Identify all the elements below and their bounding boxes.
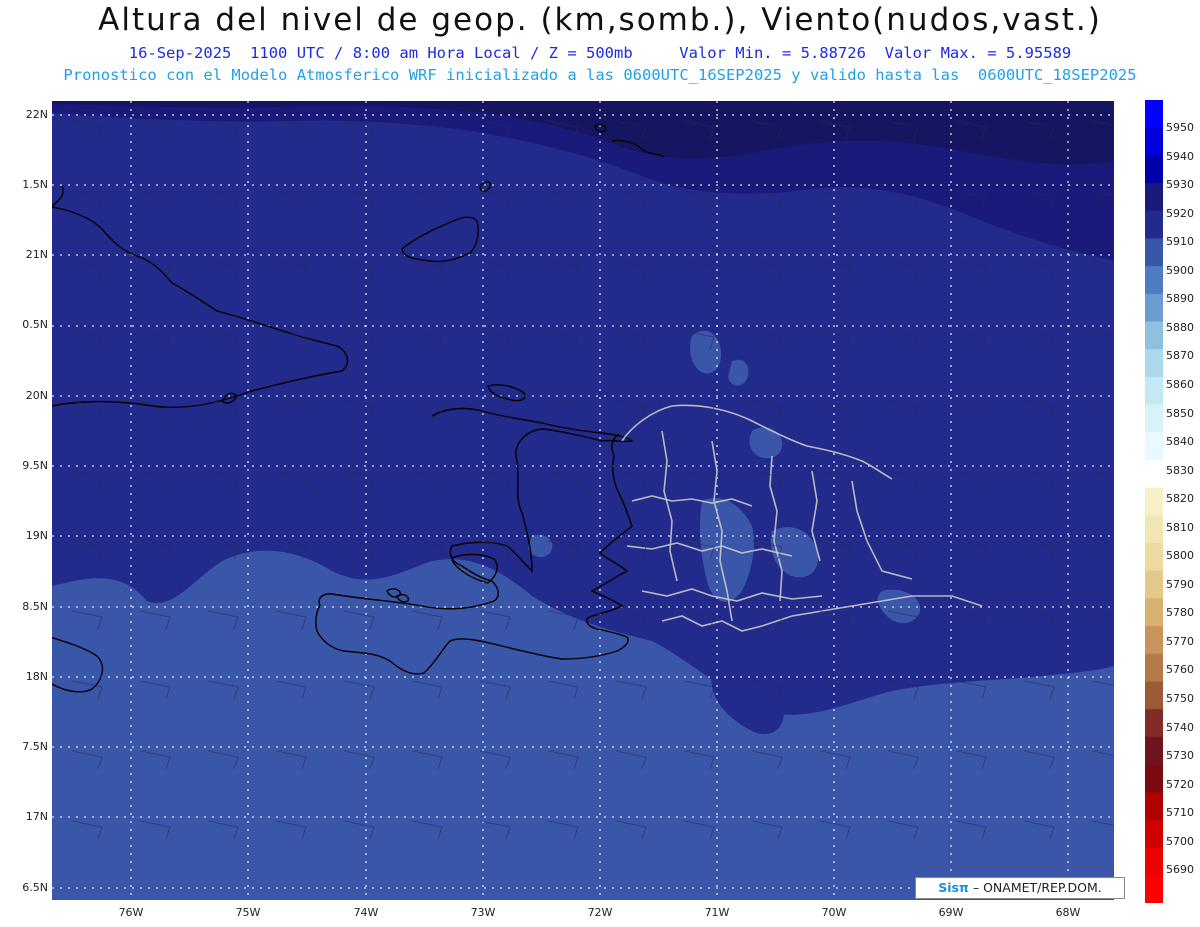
lat-label: 6.5N (22, 881, 48, 894)
colorbar-label: 5900 (1166, 263, 1194, 277)
lon-label: 68W (1055, 906, 1081, 919)
colorbar-swatch (1145, 736, 1163, 766)
colorbar-swatch (1145, 349, 1163, 378)
colorbar-swatch (1145, 100, 1163, 129)
sis-logo-text: Sisπ (938, 880, 969, 895)
colorbar-label: 5860 (1166, 377, 1194, 391)
colorbar-swatch (1145, 653, 1163, 682)
colorbar-swatch (1145, 681, 1163, 710)
lon-label: 73W (470, 906, 496, 919)
colorbar-swatch (1145, 266, 1163, 295)
colorbar-swatch (1145, 376, 1163, 406)
colorbar-label: 5780 (1166, 606, 1194, 620)
colorbar-swatch (1145, 792, 1163, 821)
colorbar-swatch (1145, 293, 1163, 323)
lat-label: 21N (25, 248, 48, 261)
colorbar-label: 5790 (1166, 577, 1194, 591)
colorbar-label: 5810 (1166, 520, 1194, 534)
lon-label: 76W (118, 906, 144, 919)
colorbar-label: 5750 (1166, 692, 1194, 705)
map-panel (52, 101, 1114, 900)
colorbar-swatch (1145, 155, 1163, 184)
colorbar-swatch (1145, 183, 1163, 212)
lon-label: 71W (704, 906, 730, 919)
colorbar-label: 5930 (1166, 178, 1194, 192)
colorbar-label: 5730 (1166, 749, 1194, 763)
colorbar (1145, 100, 1163, 903)
lat-label: 17N (25, 810, 48, 823)
colorbar-swatch (1145, 709, 1163, 738)
chart-subtitle-date: 16-Sep-2025 1100 UTC / 8:00 am Hora Loca… (128, 44, 1072, 62)
lat-label: 1.5N (22, 178, 48, 191)
lat-label: 18N (25, 670, 48, 683)
colorbar-label: 5830 (1166, 463, 1194, 477)
chart-title: Altura del nivel de geop. (km,somb.), Vi… (98, 2, 1102, 38)
lat-label: 20N (25, 389, 48, 402)
colorbar-label: 5760 (1166, 663, 1194, 677)
colorbar-label: 5880 (1166, 320, 1194, 334)
lon-label: 69W (938, 906, 964, 919)
credit-text: – ONAMET/REP.DOM. (972, 880, 1102, 895)
colorbar-swatch (1145, 404, 1163, 433)
colorbar-swatch (1145, 487, 1163, 516)
colorbar-label: 5700 (1166, 834, 1194, 848)
colorbar-label: 5890 (1166, 292, 1194, 306)
colorbar-swatch (1145, 127, 1163, 156)
chart-subtitle-model: Pronostico con el Modelo Atmosferico WRF… (63, 66, 1137, 84)
colorbar-label: 5720 (1166, 777, 1194, 791)
colorbar-label: 5710 (1166, 806, 1194, 820)
lat-label: 8.5N (22, 600, 48, 613)
lon-label: 72W (587, 906, 613, 919)
colorbar-label: 5940 (1166, 149, 1194, 163)
colorbar-swatch (1145, 875, 1163, 903)
colorbar-label: 5690 (1166, 863, 1194, 877)
colorbar-swatch (1145, 598, 1163, 627)
geopotential-wind-map (52, 101, 1114, 900)
colorbar-swatch (1145, 238, 1163, 267)
colorbar-swatch (1145, 764, 1163, 793)
colorbar-label: 5910 (1166, 235, 1194, 249)
colorbar-label: 5850 (1166, 406, 1194, 420)
colorbar-swatch (1145, 543, 1163, 572)
lat-label: 19N (25, 529, 48, 542)
colorbar-label: 5920 (1166, 206, 1194, 220)
colorbar-swatch (1145, 459, 1163, 489)
colorbar-swatch (1145, 321, 1163, 350)
lat-label: 0.5N (22, 318, 48, 331)
colorbar-label: 5820 (1166, 492, 1194, 506)
colorbar-label: 5800 (1166, 549, 1194, 563)
lat-label: 22N (25, 108, 48, 121)
colorbar-swatch (1145, 515, 1163, 544)
credit-box: Sisπ – ONAMET/REP.DOM. (915, 877, 1125, 899)
colorbar-swatch (1145, 819, 1163, 849)
lon-label: 75W (235, 906, 261, 919)
lat-label: 9.5N (22, 459, 48, 472)
colorbar-label: 5840 (1166, 435, 1194, 449)
colorbar-swatch (1145, 432, 1163, 461)
colorbar-swatch (1145, 847, 1163, 876)
lon-label: 70W (821, 906, 847, 919)
colorbar-swatch (1145, 210, 1163, 239)
colorbar-label: 5950 (1166, 121, 1194, 134)
colorbar-label: 5870 (1166, 349, 1194, 363)
lat-label: 7.5N (22, 740, 48, 753)
lon-label: 74W (353, 906, 379, 919)
colorbar-swatch (1145, 570, 1163, 599)
colorbar-label: 5740 (1166, 720, 1194, 734)
colorbar-swatch (1145, 626, 1163, 655)
colorbar-label: 5770 (1166, 634, 1194, 648)
